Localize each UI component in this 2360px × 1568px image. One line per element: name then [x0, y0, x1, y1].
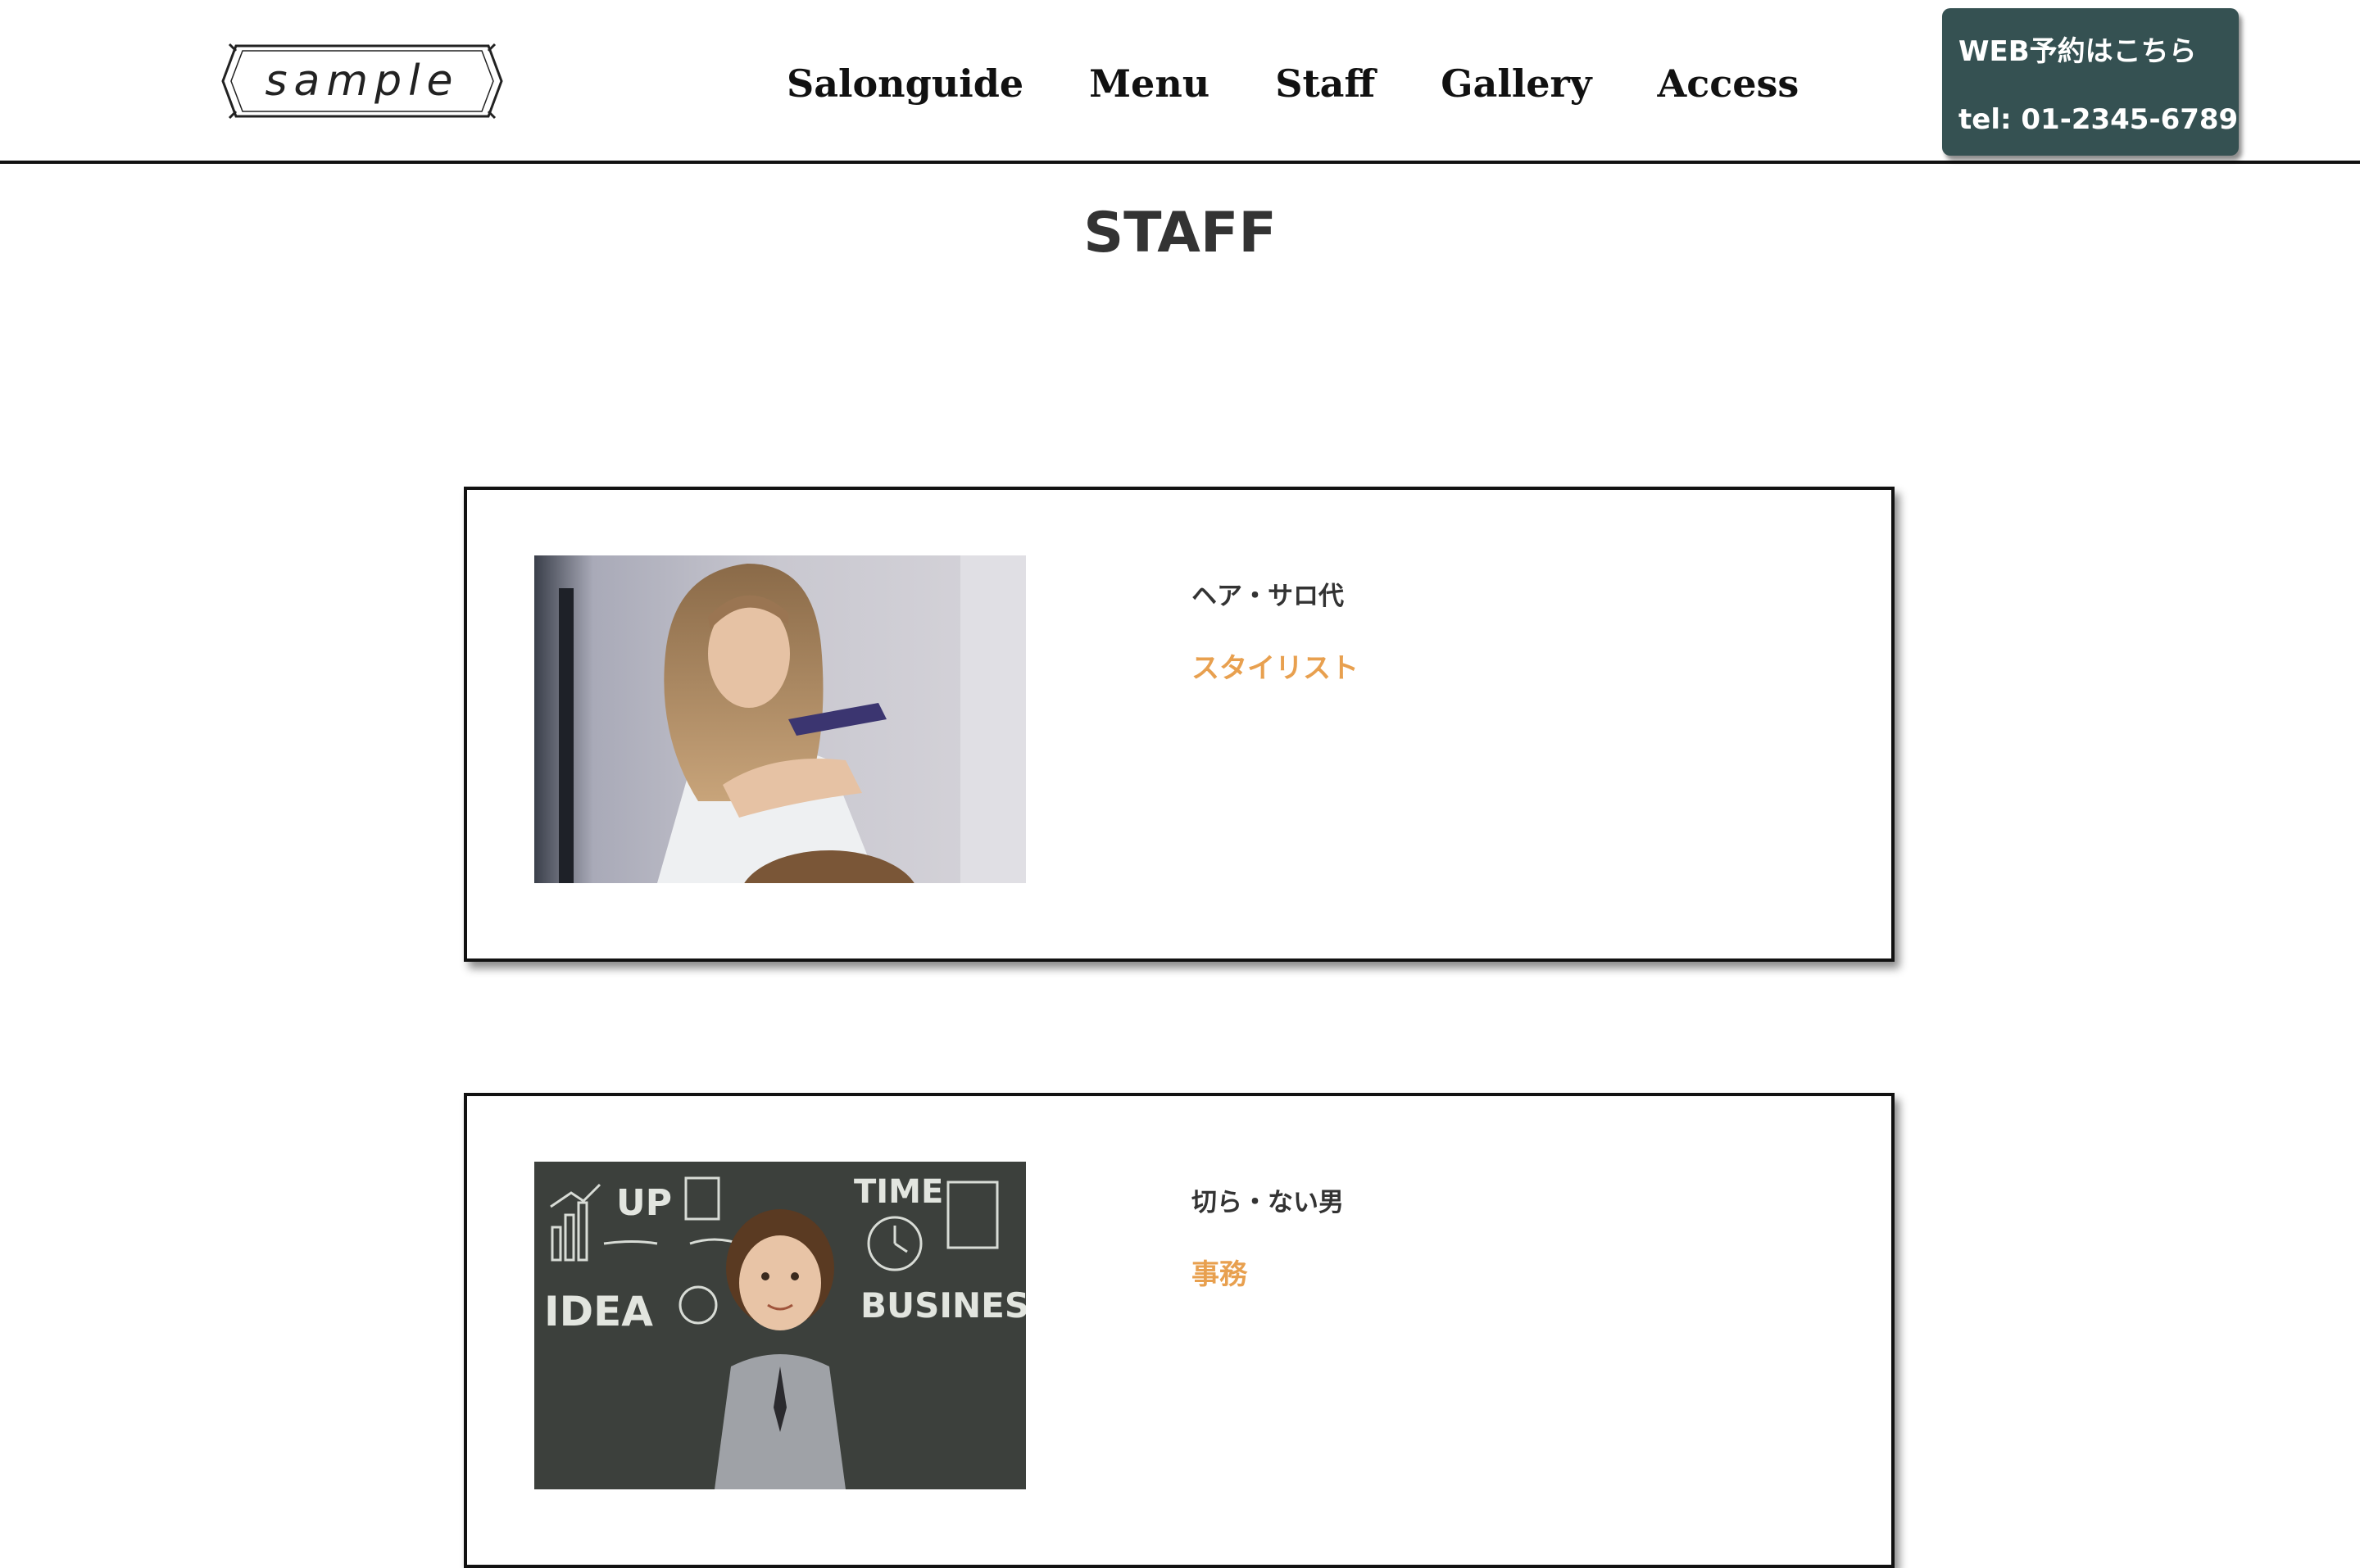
staff-name: 切ら・ない男: [1191, 1188, 1344, 1217]
site-logo[interactable]: sample: [220, 43, 505, 120]
chalk-word: IDEA: [544, 1288, 653, 1335]
logo-text: sample: [265, 57, 460, 106]
staff-photo: [534, 555, 1026, 883]
staff-card: ヘア・サロ代 スタイリスト: [464, 487, 1895, 962]
reservation-button[interactable]: WEB予約はこちら tel: 01-2345-6789: [1942, 8, 2239, 156]
telephone-label: tel: 01-2345-6789: [1958, 103, 2239, 136]
staff-card: UP TIME IDEA BUSINESS 切ら・ない男 事務: [464, 1093, 1895, 1568]
site-header: sample Salonguide Menu Staff Gallery Acc…: [0, 0, 2360, 164]
staff-name: ヘア・サロ代: [1191, 582, 1344, 611]
nav-menu[interactable]: Menu: [1089, 61, 1210, 106]
chalk-word: TIME: [854, 1173, 943, 1211]
nav-gallery[interactable]: Gallery: [1441, 61, 1591, 106]
web-reservation-label: WEB予約はこちら: [1958, 35, 2197, 68]
main-nav: Salonguide Menu Staff Gallery Access: [787, 51, 1799, 116]
boy-chalkboard-photo-image: UP TIME IDEA BUSINESS: [534, 1162, 1026, 1489]
chalk-word: BUSINESS: [860, 1285, 1026, 1326]
nav-access[interactable]: Access: [1658, 61, 1800, 106]
nav-salonguide[interactable]: Salonguide: [787, 61, 1023, 106]
stylist-photo-image: [534, 555, 1026, 883]
staff-role: 事務: [1191, 1258, 1247, 1291]
chalk-word: UP: [616, 1182, 672, 1224]
staff-role: スタイリスト: [1191, 652, 1359, 685]
nav-staff[interactable]: Staff: [1275, 61, 1375, 106]
page-title: STAFF: [1083, 201, 1277, 265]
staff-photo: UP TIME IDEA BUSINESS: [534, 1162, 1026, 1489]
